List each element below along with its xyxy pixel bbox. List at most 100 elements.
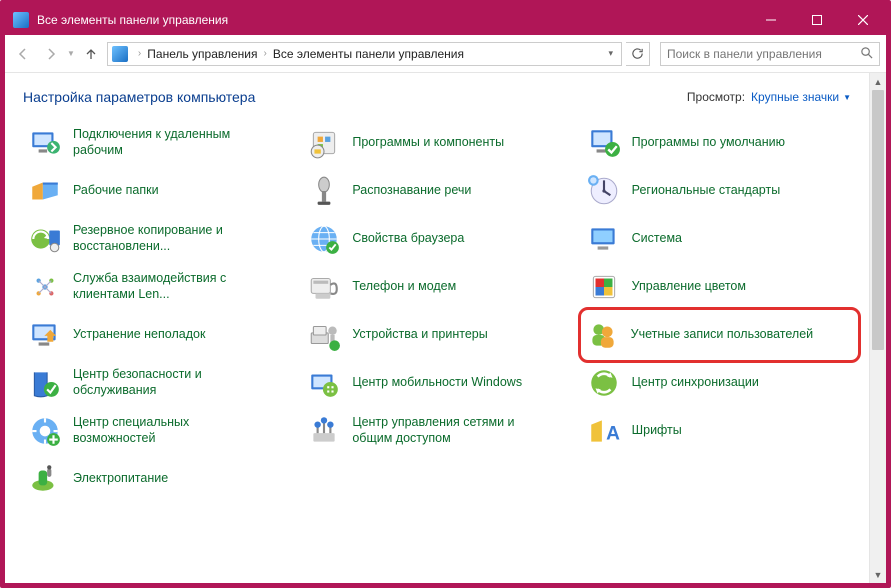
cpl-item-phone-modem[interactable]: Телефон и модем bbox=[302, 263, 571, 311]
cpl-item-default-programs[interactable]: Программы по умолчанию bbox=[582, 119, 851, 167]
cpl-item-color-management[interactable]: Управление цветом bbox=[582, 263, 851, 311]
network-sharing-icon bbox=[306, 413, 342, 449]
cpl-item-devices-printers[interactable]: Устройства и принтеры bbox=[302, 311, 571, 359]
cpl-item-label: Центр управления сетями и общим доступом bbox=[352, 415, 542, 446]
cpl-item-sync-center[interactable]: Центр синхронизации bbox=[582, 359, 851, 407]
cpl-item-label: Устройства и принтеры bbox=[352, 327, 487, 343]
scroll-up-button[interactable]: ▲ bbox=[870, 73, 886, 90]
system-icon bbox=[586, 221, 622, 257]
cpl-item-backup-restore[interactable]: Резервное копирование и восстановлени... bbox=[23, 215, 292, 263]
back-button[interactable] bbox=[11, 42, 35, 66]
ease-of-access-icon bbox=[27, 413, 63, 449]
cpl-item-label: Центр специальных возможностей bbox=[73, 415, 263, 446]
cpl-item-label: Шрифты bbox=[632, 423, 682, 439]
forward-button[interactable] bbox=[39, 42, 63, 66]
cpl-item-security-maintenance[interactable]: Центр безопасности и обслуживания bbox=[23, 359, 292, 407]
power-options-icon bbox=[27, 461, 63, 497]
cpl-item-label: Электропитание bbox=[73, 471, 168, 487]
cpl-item-label: Центр синхронизации bbox=[632, 375, 759, 391]
maximize-button[interactable] bbox=[794, 5, 840, 35]
sync-center-icon bbox=[586, 365, 622, 401]
internet-options-icon bbox=[306, 221, 342, 257]
main-panel: Настройка параметров компьютера Просмотр… bbox=[5, 73, 869, 583]
items-grid: Подключения к удаленным рабочим Программы… bbox=[23, 119, 851, 503]
control-panel-icon bbox=[13, 12, 29, 28]
address-bar[interactable]: › Панель управления › Все элементы панел… bbox=[107, 42, 622, 66]
cpl-item-speech[interactable]: Распознавание речи bbox=[302, 167, 571, 215]
search-icon[interactable] bbox=[860, 46, 873, 62]
phone-modem-icon bbox=[306, 269, 342, 305]
mobility-center-icon bbox=[306, 365, 342, 401]
cpl-item-label: Резервное копирование и восстановлени... bbox=[73, 223, 263, 254]
default-programs-icon bbox=[586, 125, 622, 161]
cpl-item-label: Программы по умолчанию bbox=[632, 135, 785, 151]
programs-features-icon bbox=[306, 125, 342, 161]
recent-dropdown-icon[interactable]: ▼ bbox=[67, 49, 75, 58]
cpl-item-ease-of-access[interactable]: Центр специальных возможностей bbox=[23, 407, 292, 455]
cpl-item-label: Рабочие папки bbox=[73, 183, 159, 199]
cpl-item-troubleshooting[interactable]: Устранение неполадок bbox=[23, 311, 292, 359]
cpl-item-label: Программы и компоненты bbox=[352, 135, 504, 151]
breadcrumb-root[interactable]: Панель управления bbox=[145, 47, 259, 61]
breadcrumb-current[interactable]: Все элементы панели управления bbox=[271, 47, 466, 61]
cpl-item-label: Центр мобильности Windows bbox=[352, 375, 522, 391]
chevron-down-icon: ▼ bbox=[843, 93, 851, 102]
cpl-item-fonts[interactable]: Шрифты bbox=[582, 407, 851, 455]
cpl-item-label: Служба взаимодействия с клиентами Len... bbox=[73, 271, 263, 302]
window-frame: Все элементы панели управления ▼ › Панел… bbox=[0, 0, 891, 588]
cpl-item-label: Система bbox=[632, 231, 682, 247]
cpl-item-label: Учетные записи пользователей bbox=[631, 327, 814, 343]
search-box[interactable] bbox=[660, 42, 880, 66]
window-title: Все элементы панели управления bbox=[37, 13, 748, 27]
cpl-item-internet-options[interactable]: Свойства браузера bbox=[302, 215, 571, 263]
security-maintenance-icon bbox=[27, 365, 63, 401]
cpl-item-label: Региональные стандарты bbox=[632, 183, 781, 199]
titlebar[interactable]: Все элементы панели управления bbox=[5, 5, 886, 35]
close-button[interactable] bbox=[840, 5, 886, 35]
backup-restore-icon bbox=[27, 221, 63, 257]
cpl-item-label: Распознавание речи bbox=[352, 183, 471, 199]
cpl-item-programs-features[interactable]: Программы и компоненты bbox=[302, 119, 571, 167]
cpl-item-system[interactable]: Система bbox=[582, 215, 851, 263]
view-selector: Просмотр: Крупные значки▼ bbox=[687, 90, 851, 104]
cpl-item-lenovo-client[interactable]: Служба взаимодействия с клиентами Len... bbox=[23, 263, 292, 311]
scrollbar[interactable]: ▲ ▼ bbox=[869, 73, 886, 583]
scroll-thumb[interactable] bbox=[872, 90, 884, 350]
scroll-down-button[interactable]: ▼ bbox=[870, 566, 886, 583]
lenovo-client-icon bbox=[27, 269, 63, 305]
minimize-button[interactable] bbox=[748, 5, 794, 35]
cpl-item-label: Подключения к удаленным рабочим bbox=[73, 127, 263, 158]
address-dropdown-icon[interactable]: ▾ bbox=[604, 48, 617, 59]
cpl-item-user-accounts[interactable]: Учетные записи пользователей bbox=[578, 307, 861, 363]
cpl-item-label: Устранение неполадок bbox=[73, 327, 205, 343]
region-icon bbox=[586, 173, 622, 209]
cpl-item-mobility-center[interactable]: Центр мобильности Windows bbox=[302, 359, 571, 407]
chevron-right-icon[interactable]: › bbox=[134, 48, 145, 59]
chevron-right-icon[interactable]: › bbox=[260, 48, 271, 59]
view-label: Просмотр: bbox=[687, 90, 745, 104]
speech-icon bbox=[306, 173, 342, 209]
troubleshooting-icon bbox=[27, 317, 63, 353]
user-accounts-icon bbox=[585, 317, 621, 353]
content-area: Настройка параметров компьютера Просмотр… bbox=[5, 73, 886, 583]
search-input[interactable] bbox=[667, 47, 860, 61]
cpl-item-label: Центр безопасности и обслуживания bbox=[73, 367, 263, 398]
view-mode-dropdown[interactable]: Крупные значки▼ bbox=[751, 90, 851, 104]
cpl-item-label: Телефон и модем bbox=[352, 279, 456, 295]
fonts-icon bbox=[586, 413, 622, 449]
address-icon bbox=[112, 46, 128, 62]
refresh-button[interactable] bbox=[626, 42, 650, 66]
remote-desktop-icon bbox=[27, 125, 63, 161]
cpl-item-region[interactable]: Региональные стандарты bbox=[582, 167, 851, 215]
cpl-item-label: Свойства браузера bbox=[352, 231, 464, 247]
cpl-item-network-sharing[interactable]: Центр управления сетями и общим доступом bbox=[302, 407, 571, 455]
work-folders-icon bbox=[27, 173, 63, 209]
cpl-item-power-options[interactable]: Электропитание bbox=[23, 455, 292, 503]
cpl-item-work-folders[interactable]: Рабочие папки bbox=[23, 167, 292, 215]
devices-printers-icon bbox=[306, 317, 342, 353]
page-title: Настройка параметров компьютера bbox=[23, 89, 255, 105]
up-button[interactable] bbox=[79, 42, 103, 66]
cpl-item-label: Управление цветом bbox=[632, 279, 746, 295]
color-management-icon bbox=[586, 269, 622, 305]
cpl-item-remote-desktop[interactable]: Подключения к удаленным рабочим bbox=[23, 119, 292, 167]
